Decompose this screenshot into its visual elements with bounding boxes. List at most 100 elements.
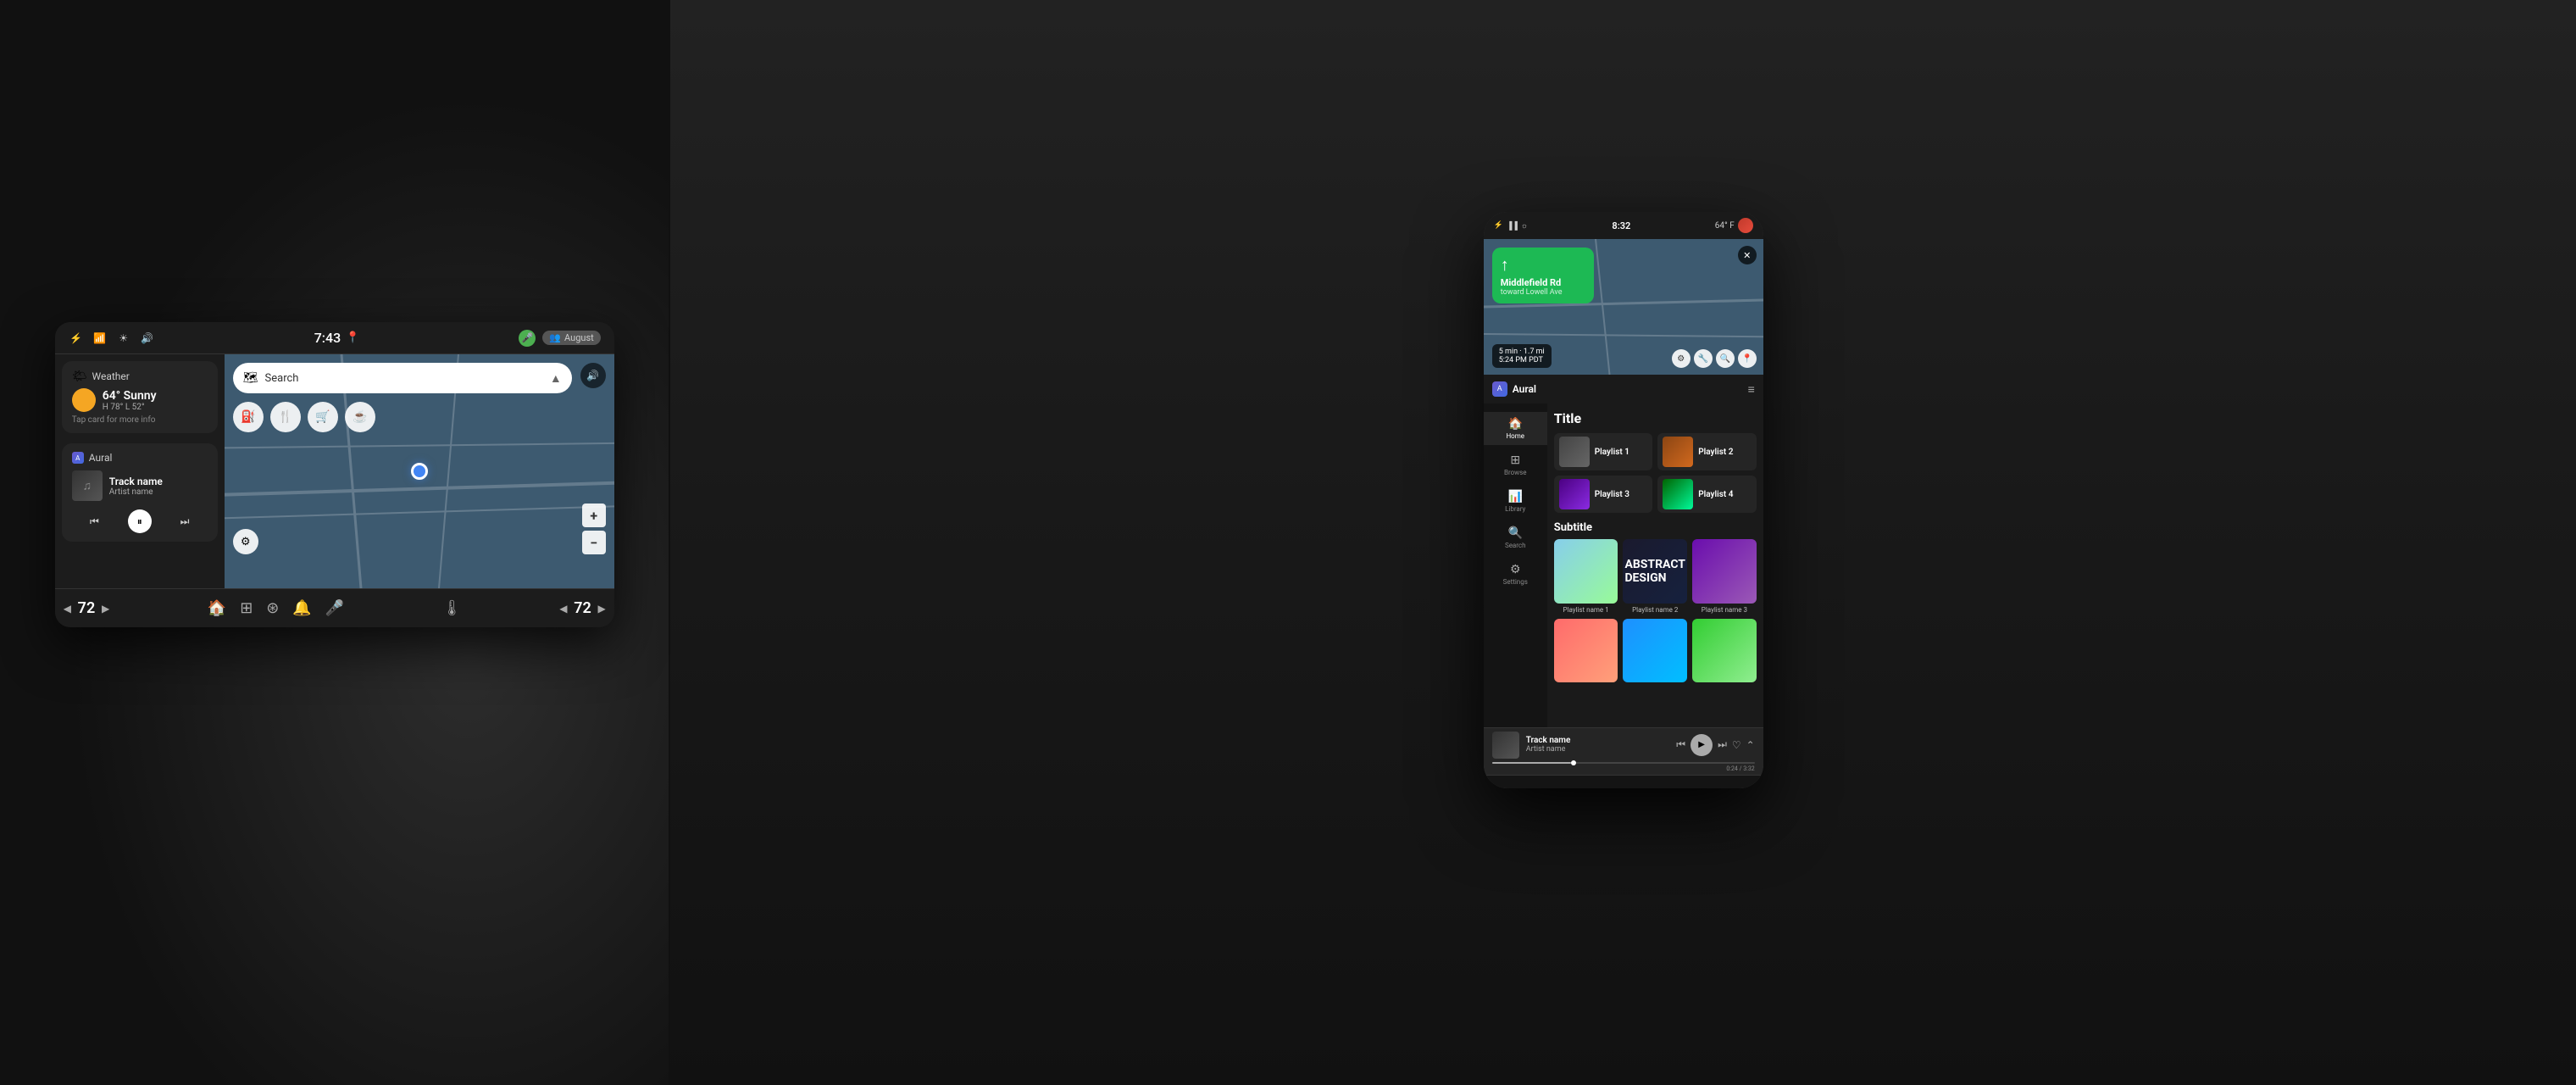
playlist-thumb-1 [1559, 437, 1590, 467]
phone-device: ⚡ ▐▐ ☼ 8:32 64° F ↑ [1484, 212, 1763, 788]
music-grid-item-2[interactable]: ABSTRACTDESIGN Playlist name 2 [1623, 539, 1687, 614]
library-sidebar-label: Library [1505, 505, 1525, 513]
user-avatar [1738, 218, 1753, 233]
aa-bottom-bar: ◀ 72 ▶ 🏠 ⊞ ⊛ 🔔 🎤 🌡 ◀ 72 ▶ [55, 588, 614, 627]
map-filter-btn[interactable]: 🔧 [1694, 349, 1713, 368]
temp-details: 64° Sunny H 78° L 52° [103, 389, 157, 412]
weather-card[interactable]: 🌤 Weather 64° Sunny H 78° L 52 [62, 361, 218, 433]
temp-down-right[interactable]: ◀ [559, 603, 567, 615]
temp-up-left[interactable]: ▶ [102, 603, 109, 615]
prev-button[interactable]: ⏮ [82, 509, 106, 533]
map-settings-button[interactable]: ⚙ [233, 529, 258, 554]
player-expand-button[interactable]: ⌃ [1746, 739, 1755, 751]
sidebar-item-home[interactable]: 🏠 Home [1484, 412, 1547, 445]
coffee-button[interactable]: ☕ [345, 402, 375, 432]
aa-status-right: 🎤 👥 August [519, 330, 600, 347]
zoom-out-button[interactable]: − [582, 531, 606, 554]
left-temp-value: 72 [75, 599, 98, 617]
player-track-info: Track name Artist name [1526, 736, 1670, 754]
expand-icon[interactable]: ▲ [550, 371, 562, 386]
temp-down-left[interactable]: ◀ [64, 603, 71, 615]
music-grid-item-3[interactable]: Playlist name 3 [1692, 539, 1757, 614]
aural-header-left: A Aural [1492, 381, 1536, 397]
signal-phone-icon: ▐▐ [1507, 221, 1518, 231]
map-pin-btn[interactable]: 📍 [1738, 349, 1757, 368]
bluetooth-phone-icon: ⚡ [1494, 221, 1503, 230]
playlist-item-1[interactable]: Playlist 1 [1554, 433, 1653, 470]
notifications-nav-button[interactable]: 🔔 [292, 599, 311, 617]
music-grid-label-2: Playlist name 2 [1623, 606, 1687, 614]
play-pause-button[interactable]: ⏸ [128, 509, 152, 533]
playlist-label-1: Playlist 1 [1595, 448, 1629, 457]
playlist-thumb-2 [1663, 437, 1693, 467]
track-album-art [72, 470, 103, 501]
eta-time: 5:24 PM PDT [1499, 356, 1545, 364]
player-next-button[interactable]: ⏭ [1718, 738, 1727, 751]
fan-nav-button[interactable]: ⊛ [266, 599, 279, 617]
temp-up-right[interactable]: ▶ [597, 603, 605, 615]
next-button[interactable]: ⏭ [173, 509, 197, 533]
mic-button[interactable]: 🎤 [519, 330, 536, 347]
restaurant-button[interactable]: 🍴 [270, 402, 301, 432]
aa-map[interactable]: 🗺 Search ▲ ⛽ 🍴 🛒 ☕ 🔊 ⚙ [225, 354, 614, 588]
nav-street: Middlefield Rd [1501, 277, 1585, 288]
phone-time: 8:32 [1612, 220, 1630, 231]
defrost-button[interactable]: 🌡 [442, 599, 462, 617]
phone-player-bar: Track name Artist name ⏮ ▶ ⏭ ♡ ⌃ 0:24 [1484, 727, 1763, 775]
volume-icon: 🔊 [140, 331, 155, 346]
sidebar-item-browse[interactable]: ⊞ Browse [1484, 448, 1547, 481]
zoom-controls: + − [582, 504, 606, 554]
featured-playlists: Playlist 1 Playlist 2 Playlist 3 Playlis… [1554, 433, 1757, 513]
aural-menu-button[interactable]: ≡ [1748, 382, 1755, 397]
music-track-info: Track name Artist name [72, 470, 208, 501]
music-thumb-5 [1623, 619, 1687, 683]
left-panel: ⚡ 📶 ☀ 🔊 7:43 📍 🎤 👥 August [0, 0, 669, 1085]
music-grid-item-4[interactable] [1554, 619, 1618, 686]
gas-station-button[interactable]: ⛽ [233, 402, 264, 432]
sidebar-item-search[interactable]: 🔍 Search [1484, 521, 1547, 554]
music-card[interactable]: A Aural Track name Artist name ⏮ ⏸ ⏭ [62, 443, 218, 542]
phone-main-content: Title Playlist 1 Playlist 2 Playlist 3 [1547, 403, 1763, 727]
weather-header: 🌤 Weather [72, 370, 208, 383]
player-prev-button[interactable]: ⏮ [1676, 738, 1685, 751]
home-sidebar-icon: 🏠 [1508, 417, 1523, 431]
music-grid-item-1[interactable]: Playlist name 1 [1554, 539, 1618, 614]
map-close-button[interactable]: ✕ [1738, 246, 1757, 264]
music-grid-item-5[interactable] [1623, 619, 1687, 686]
phone-music-app: 🏠 Home ⊞ Browse 📊 Library 🔍 Search ⚙ [1484, 403, 1763, 727]
phone-map-section: ↑ Middlefield Rd toward Lowell Ave ✕ 5 m… [1484, 239, 1763, 375]
phone-status-icons: ⚡ ▐▐ ☼ [1494, 221, 1528, 231]
player-progress-bar[interactable] [1492, 762, 1755, 764]
phone-map-tools: ⚙ 🔧 🔍 📍 [1672, 349, 1757, 368]
brightness-icon: ☀ [116, 331, 131, 346]
player-like-button[interactable]: ♡ [1732, 739, 1741, 751]
playlist-item-3[interactable]: Playlist 3 [1554, 476, 1653, 513]
playlist-item-2[interactable]: Playlist 2 [1657, 433, 1757, 470]
left-temp-control: ◀ 72 ▶ [64, 599, 109, 617]
shopping-button[interactable]: 🛒 [308, 402, 338, 432]
music-thumb-2: ABSTRACTDESIGN [1623, 539, 1687, 604]
playlist-item-4[interactable]: Playlist 4 [1657, 476, 1757, 513]
aa-main-area: 🌤 Weather 64° Sunny H 78° L 52 [55, 354, 614, 588]
search-sidebar-label: Search [1505, 542, 1526, 549]
map-settings-btn[interactable]: ⚙ [1672, 349, 1690, 368]
music-grid-item-6[interactable] [1692, 619, 1757, 686]
weather-temperature: 64° Sunny H 78° L 52° [72, 388, 208, 412]
playlist-label-4: Playlist 4 [1698, 490, 1733, 499]
aa-clock: 7:43 📍 [314, 330, 360, 346]
zoom-in-button[interactable]: + [582, 504, 606, 527]
sidebar-item-settings[interactable]: ⚙ Settings [1484, 558, 1547, 591]
aural-app-name: Aural [1513, 383, 1536, 395]
microphone-nav-button[interactable]: 🎤 [325, 599, 344, 617]
map-search-bar[interactable]: 🗺 Search ▲ [233, 363, 572, 393]
home-nav-button[interactable]: 🏠 [208, 599, 226, 617]
volume-button[interactable]: 🔊 [580, 363, 606, 388]
sidebar-item-library[interactable]: 📊 Library [1484, 485, 1547, 518]
user-button[interactable]: 👥 August [542, 331, 600, 345]
map-search-btn[interactable]: 🔍 [1716, 349, 1735, 368]
apps-nav-button[interactable]: ⊞ [240, 599, 253, 617]
player-album-art [1492, 732, 1519, 759]
player-play-button[interactable]: ▶ [1690, 734, 1713, 756]
settings-sidebar-icon: ⚙ [1510, 563, 1521, 576]
music-controls: ⏮ ⏸ ⏭ [72, 509, 208, 533]
